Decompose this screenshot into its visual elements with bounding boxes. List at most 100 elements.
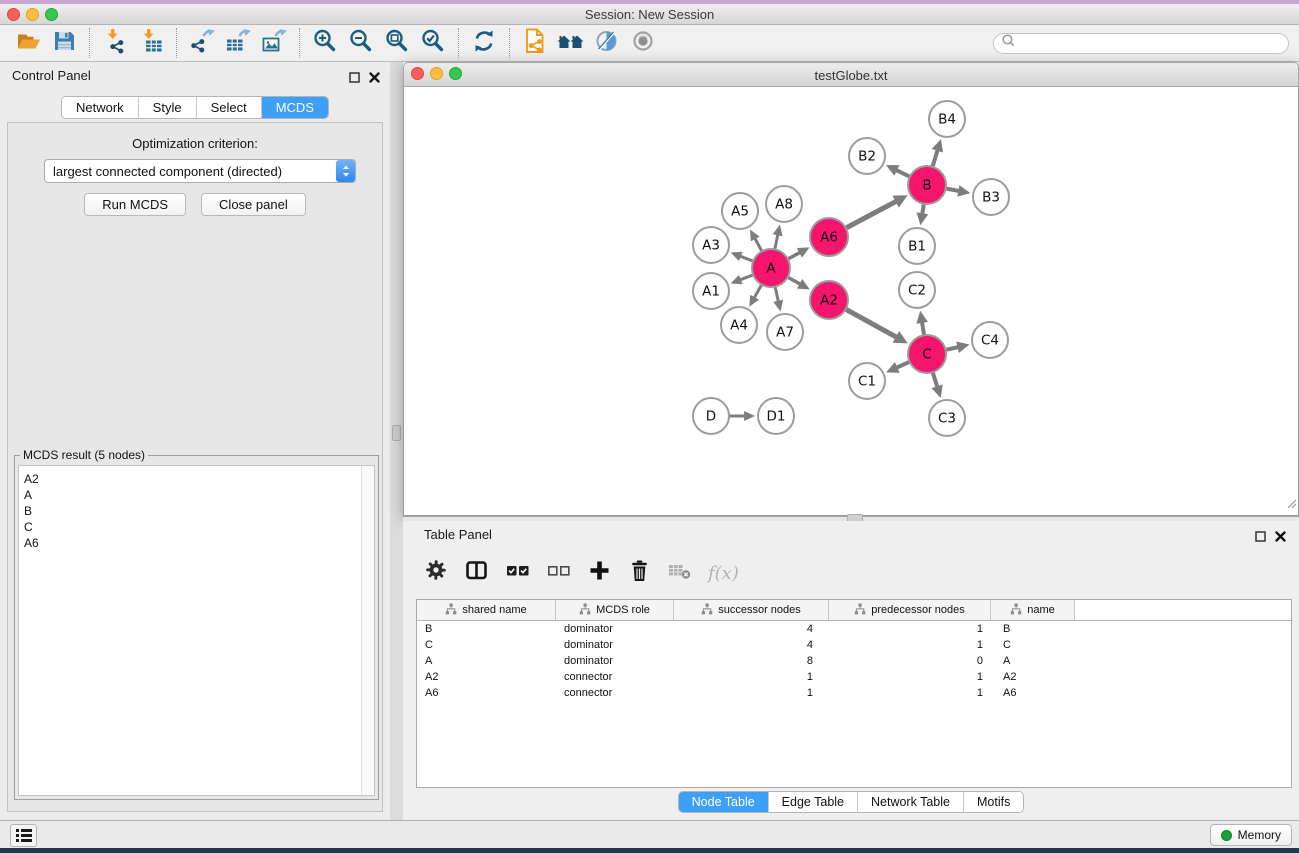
cytoscape-home-button[interactable] (553, 27, 589, 59)
column-label: name (1027, 604, 1055, 616)
table-cell[interactable]: B (991, 623, 1075, 635)
table-cell[interactable]: C (417, 639, 556, 651)
delete-rows-button[interactable] (628, 559, 651, 588)
node-label-A7: A7 (776, 325, 794, 341)
show-columns-button[interactable] (465, 559, 489, 587)
refresh-network-button[interactable] (466, 27, 502, 59)
float-panel-icon[interactable] (1255, 529, 1266, 547)
table-cell[interactable]: C (991, 639, 1075, 651)
table-cell[interactable]: 4 (674, 639, 829, 651)
panel-divider-vertical[interactable] (390, 62, 403, 820)
table-settings-button[interactable] (425, 559, 448, 587)
table-row[interactable]: A6connector11A6 (417, 685, 1291, 701)
column-header-shared-name[interactable]: shared name (417, 600, 556, 620)
memory-button[interactable]: Memory (1210, 824, 1292, 846)
result-list-item[interactable]: C (24, 519, 374, 535)
table-cell[interactable]: 0 (829, 655, 991, 667)
table-row[interactable]: Adominator80A (417, 653, 1291, 669)
show-graphics-details-button[interactable] (625, 27, 661, 59)
resize-handle-icon[interactable] (1284, 496, 1297, 514)
table-cell[interactable]: 1 (829, 687, 991, 699)
tab-network[interactable]: Network (62, 97, 138, 118)
table-cell[interactable]: 8 (674, 655, 829, 667)
result-list-item[interactable]: B (24, 503, 374, 519)
column-type-icon (445, 603, 457, 618)
panel-list-button[interactable] (10, 824, 37, 847)
edge-arrow-icon (932, 139, 943, 152)
table-cell[interactable]: 1 (674, 671, 829, 683)
table-cell[interactable]: A (991, 655, 1075, 667)
main-region: Control Panel NetworkStyleSelectMCDS Opt… (0, 62, 1299, 820)
mcds-result-list[interactable]: A2ABCA6 (18, 465, 375, 796)
node-table[interactable]: shared nameMCDS rolesuccessor nodesprede… (416, 599, 1292, 788)
import-table-button[interactable] (133, 27, 169, 59)
table-cell[interactable]: B (417, 623, 556, 635)
network-canvas[interactable]: AA1A2A3A4A5A6A7A8BB1B2B3B4CC1C2C3C4DD1 (403, 87, 1299, 516)
export-network-button[interactable] (184, 27, 220, 59)
zoom-selected-button[interactable] (415, 27, 451, 59)
table-cell[interactable]: dominator (556, 623, 674, 635)
column-header-MCDS-role[interactable]: MCDS role (556, 600, 674, 620)
open-session-button[interactable] (10, 27, 46, 59)
hide-graphics-details-button[interactable] (589, 27, 625, 59)
export-image-button[interactable] (256, 27, 292, 59)
delete-columns-button[interactable] (668, 561, 691, 586)
search-field[interactable] (993, 33, 1289, 54)
tab-edge-table[interactable]: Edge Table (768, 792, 857, 812)
tab-style[interactable]: Style (138, 97, 196, 118)
network-window-titlebar[interactable]: testGlobe.txt (403, 62, 1299, 87)
criterion-dropdown[interactable]: largest connected component (directed) (44, 159, 356, 183)
column-header-name[interactable]: name (991, 600, 1075, 620)
result-list-item[interactable]: A2 (24, 471, 374, 487)
select-all-icon (506, 559, 530, 587)
export-table-button[interactable] (220, 27, 256, 59)
table-cell[interactable]: A6 (991, 687, 1075, 699)
table-cell[interactable]: 1 (829, 623, 991, 635)
function-builder-icon[interactable]: f(x) (708, 563, 739, 584)
table-cell[interactable]: A2 (417, 671, 556, 683)
select-all-button[interactable] (506, 559, 530, 587)
table-row[interactable]: Bdominator41B (417, 621, 1291, 637)
close-panel-icon[interactable] (369, 70, 380, 88)
tab-mcds[interactable]: MCDS (261, 97, 328, 118)
table-cell[interactable]: A6 (417, 687, 556, 699)
zoom-fit-button[interactable] (379, 27, 415, 59)
tab-network-table[interactable]: Network Table (857, 792, 963, 812)
table-cell[interactable]: A (417, 655, 556, 667)
close-panel-icon[interactable] (1275, 529, 1286, 547)
table-cell[interactable]: A2 (991, 671, 1075, 683)
result-scrollbar[interactable] (361, 466, 374, 795)
table-cell[interactable]: 4 (674, 623, 829, 635)
table-cell[interactable]: 1 (829, 639, 991, 651)
float-panel-icon[interactable] (349, 70, 360, 88)
divider-grip[interactable] (392, 425, 401, 441)
mcds-result-group: MCDS result (5 nodes) A2ABCA6 (14, 455, 379, 800)
toolbar-separator (299, 28, 300, 58)
result-list-item[interactable]: A6 (24, 535, 374, 551)
zoom-in-button[interactable] (307, 27, 343, 59)
column-header-successor-nodes[interactable]: successor nodes (674, 600, 829, 620)
import-table-icon (138, 28, 164, 59)
deselect-all-button[interactable] (547, 559, 571, 587)
table-cell[interactable]: connector (556, 671, 674, 683)
run-mcds-button[interactable]: Run MCDS (84, 193, 186, 216)
table-cell[interactable]: connector (556, 687, 674, 699)
column-header-predecessor-nodes[interactable]: predecessor nodes (829, 600, 991, 620)
search-input[interactable] (1016, 35, 1288, 51)
tab-node-table[interactable]: Node Table (679, 792, 768, 812)
table-row[interactable]: A2connector11A2 (417, 669, 1291, 685)
tab-motifs[interactable]: Motifs (963, 792, 1023, 812)
table-row[interactable]: Cdominator41C (417, 637, 1291, 653)
add-row-button[interactable] (588, 559, 611, 587)
close-panel-button[interactable]: Close panel (201, 193, 306, 216)
open-in-browser-button[interactable] (517, 27, 553, 59)
table-cell[interactable]: 1 (829, 671, 991, 683)
import-network-button[interactable] (97, 27, 133, 59)
tab-select[interactable]: Select (196, 97, 261, 118)
save-session-button[interactable] (46, 27, 82, 59)
result-list-item[interactable]: A (24, 487, 374, 503)
zoom-out-button[interactable] (343, 27, 379, 59)
table-cell[interactable]: dominator (556, 655, 674, 667)
table-cell[interactable]: 1 (674, 687, 829, 699)
table-cell[interactable]: dominator (556, 639, 674, 651)
